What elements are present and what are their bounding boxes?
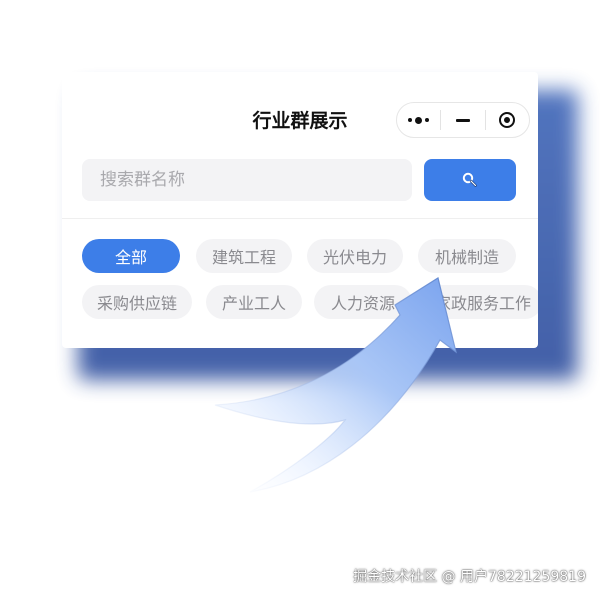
watermark: 掘金技术社区 @ 用户78221259819 xyxy=(353,569,586,585)
minimize-icon xyxy=(455,118,470,122)
more-button[interactable] xyxy=(397,103,440,137)
screenshot-stage: 行业群展示 全部 xyxy=(0,0,600,600)
tag-machinery[interactable]: 机械制造 xyxy=(418,239,516,273)
tag-housekeeping[interactable]: 家政服务工作 xyxy=(424,285,538,319)
capsule-menu xyxy=(396,102,530,138)
tag-procurement[interactable]: 采购供应链 xyxy=(82,285,192,319)
tag-human-resources[interactable]: 人力资源 xyxy=(314,285,412,319)
tag-construction[interactable]: 建筑工程 xyxy=(196,239,292,273)
search-icon xyxy=(462,172,477,187)
close-button[interactable] xyxy=(486,103,529,137)
tag-solar-power[interactable]: 光伏电力 xyxy=(307,239,403,273)
miniprogram-card: 行业群展示 全部 xyxy=(62,72,538,348)
minimize-button[interactable] xyxy=(441,103,484,137)
search-input[interactable] xyxy=(82,159,412,201)
more-dots-icon xyxy=(408,116,430,124)
target-circle-icon xyxy=(499,112,516,128)
tag-all[interactable]: 全部 xyxy=(82,239,180,273)
header-divider xyxy=(62,218,538,219)
search-button[interactable] xyxy=(424,159,516,201)
tag-industrial-workers[interactable]: 产业工人 xyxy=(206,285,302,319)
